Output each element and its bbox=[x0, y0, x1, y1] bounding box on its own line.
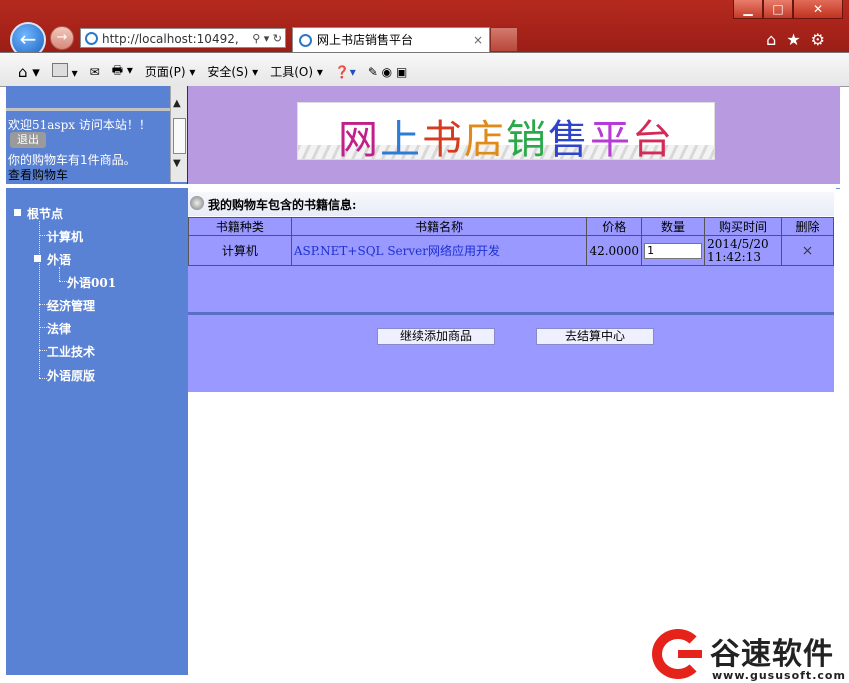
tree-line bbox=[39, 350, 47, 351]
search-refresh-icons[interactable]: ⚲ ▾ ↻ bbox=[252, 29, 282, 49]
rss-icon[interactable]: ▾ bbox=[51, 63, 78, 80]
tree-item-industry[interactable]: 工业技术 bbox=[47, 343, 95, 360]
menu-page[interactable]: 页面(P) ▾ bbox=[145, 63, 195, 80]
banner-title-char: 平 bbox=[590, 117, 632, 163]
quantity-input[interactable] bbox=[644, 242, 703, 259]
home-icon[interactable]: ⌂ ▾ bbox=[18, 63, 40, 81]
action-panel: 继续添加商品 去结算中心 bbox=[188, 315, 834, 392]
scroll-up-icon[interactable]: ▲ bbox=[173, 98, 181, 109]
home-favorites-settings-icons[interactable]: ⌂★⚙ bbox=[766, 30, 835, 49]
col-book-name: 书籍名称 bbox=[290, 217, 588, 236]
minimize-button[interactable]: ▁ bbox=[733, 0, 763, 19]
menu-tools[interactable]: 工具(O) ▾ bbox=[270, 63, 323, 80]
banner-title-char: 售 bbox=[548, 117, 590, 163]
tree-line bbox=[39, 235, 47, 236]
gususoft-logo-bar bbox=[678, 650, 702, 658]
tree-item-foreign[interactable]: 外语 bbox=[47, 251, 71, 268]
mail-icon[interactable]: ✉ bbox=[90, 65, 100, 79]
cart-table: 书籍种类 书籍名称 价格 数量 购买时间 删除 计算机 ASP.NET+SQL … bbox=[188, 217, 834, 266]
banner-title-char: 台 bbox=[632, 117, 674, 163]
cart-panel: 书籍种类 书籍名称 价格 数量 购买时间 删除 计算机 ASP.NET+SQL … bbox=[188, 217, 834, 313]
tab-title: 网上书店销售平台 bbox=[317, 33, 414, 47]
ie-tab-icon bbox=[299, 34, 312, 47]
banner-title: 网上书店销售平台 bbox=[298, 107, 714, 165]
tree-line bbox=[39, 221, 40, 378]
banner-title-char: 销 bbox=[506, 117, 548, 163]
gususoft-watermark: 谷速软件 www.gususoft.com bbox=[650, 627, 849, 683]
tree-line bbox=[39, 378, 47, 379]
ie-icon bbox=[85, 32, 98, 45]
browser-chrome: ▁ □ ✕ ← → http://localhost:10492, ⚲ ▾ ↻ … bbox=[0, 0, 849, 87]
tree-root[interactable]: 根节点 bbox=[27, 205, 63, 222]
continue-shopping-button[interactable]: 继续添加商品 bbox=[377, 328, 495, 345]
tree-line bbox=[39, 327, 47, 328]
frame-scrollbar[interactable]: ▲ ▼ bbox=[170, 86, 187, 182]
tree-line bbox=[59, 281, 67, 282]
banner-title-char: 书 bbox=[422, 117, 464, 163]
tree-item-computer[interactable]: 计算机 bbox=[47, 228, 83, 245]
watermark-brand: 谷速软件 bbox=[710, 637, 834, 672]
command-toolbar: ⌂ ▾ ▾ ✉ 🖶 ▾ 页面(P) ▾ 安全(S) ▾ 工具(O) ▾ ❓▾ ✎… bbox=[18, 61, 407, 82]
cart-heading-bar: 我的购物车包含的书籍信息: bbox=[188, 192, 834, 216]
tree-line bbox=[39, 304, 47, 305]
cart-heading: 我的购物车包含的书籍信息: bbox=[208, 198, 357, 212]
address-bar[interactable]: http://localhost:10492, ⚲ ▾ ↻ bbox=[80, 28, 286, 48]
col-category: 书籍种类 bbox=[188, 217, 292, 236]
view-cart-link[interactable]: 查看购物车 bbox=[8, 166, 68, 183]
tree-item-law[interactable]: 法律 bbox=[47, 320, 71, 337]
tree-line bbox=[59, 267, 60, 281]
row-purchase-time: 2014/5/20 11:42:13 bbox=[704, 235, 783, 266]
close-window-button[interactable]: ✕ bbox=[793, 0, 843, 19]
delete-icon[interactable]: × bbox=[781, 235, 834, 266]
scroll-down-icon[interactable]: ▼ bbox=[173, 158, 181, 169]
banner-title-char: 网 bbox=[338, 117, 380, 163]
banner-logo: 网上书店销售平台 bbox=[297, 102, 715, 163]
help-icon[interactable]: ❓▾ bbox=[335, 65, 356, 79]
col-price: 价格 bbox=[586, 217, 643, 236]
row-book-name[interactable]: ASP.NET+SQL Server网络应用开发 bbox=[290, 235, 588, 266]
cart-content: 我的购物车包含的书籍信息: 书籍种类 书籍名称 价格 数量 购买时间 删除 计算… bbox=[188, 188, 836, 675]
category-tree: 根节点 计算机 外语 外语001 经济管理 法律 工业技术 外语原版 bbox=[6, 188, 188, 675]
address-text: http://localhost:10492, bbox=[102, 32, 239, 46]
banner: 网上书店销售平台 bbox=[188, 86, 840, 184]
user-frame: 欢迎51aspx 访问本站！！ 退出 你的购物车有1件商品。 查看购物车 ▲ ▼ bbox=[6, 86, 188, 184]
tree-item-original-foreign[interactable]: 外语原版 bbox=[47, 367, 95, 384]
tree-item-economics[interactable]: 经济管理 bbox=[47, 297, 95, 314]
table-row: 计算机 ASP.NET+SQL Server网络应用开发 42.0000 201… bbox=[188, 235, 834, 266]
row-price: 42.0000 bbox=[586, 235, 643, 266]
book-name-link[interactable]: ASP.NET+SQL Server网络应用开发 bbox=[294, 244, 500, 258]
collapse-root-icon[interactable] bbox=[14, 209, 21, 216]
purchase-time: 11:42:13 bbox=[707, 249, 761, 264]
col-quantity: 数量 bbox=[641, 217, 706, 236]
print-icon[interactable]: 🖶 ▾ bbox=[112, 61, 133, 82]
banner-title-char: 店 bbox=[464, 117, 506, 163]
window-controls: ▁ □ ✕ bbox=[733, 0, 843, 20]
watermark-url: www.gususoft.com bbox=[712, 669, 846, 682]
logout-button[interactable]: 退出 bbox=[10, 132, 46, 148]
row-quantity-cell bbox=[641, 235, 706, 266]
banner-title-char: 上 bbox=[380, 117, 422, 163]
cart-heading-icon bbox=[190, 196, 204, 210]
new-tab-button[interactable] bbox=[490, 27, 518, 52]
col-delete: 删除 bbox=[781, 217, 834, 236]
purchase-date: 2014/5/20 bbox=[707, 236, 769, 251]
divider bbox=[6, 108, 170, 111]
collapse-foreign-icon[interactable] bbox=[34, 255, 41, 262]
welcome-text: 欢迎51aspx 访问本站！！ bbox=[8, 118, 151, 132]
extra-tool-icons[interactable]: ✎ ◉ ▣ bbox=[368, 65, 408, 79]
col-purchase-time: 购买时间 bbox=[704, 217, 783, 236]
cart-header-row: 书籍种类 书籍名称 价格 数量 购买时间 删除 bbox=[188, 217, 834, 236]
row-category: 计算机 bbox=[188, 235, 292, 266]
checkout-button[interactable]: 去结算中心 bbox=[536, 328, 654, 345]
maximize-button[interactable]: □ bbox=[763, 0, 793, 19]
tab-close-icon[interactable]: × bbox=[473, 28, 483, 52]
tree-item-foreign001[interactable]: 外语001 bbox=[67, 274, 116, 291]
scroll-thumb[interactable] bbox=[173, 118, 186, 154]
menu-safety[interactable]: 安全(S) ▾ bbox=[207, 63, 258, 80]
tab-active[interactable]: 网上书店销售平台 × bbox=[292, 27, 490, 52]
forward-arrow-icon[interactable]: → bbox=[50, 26, 74, 50]
